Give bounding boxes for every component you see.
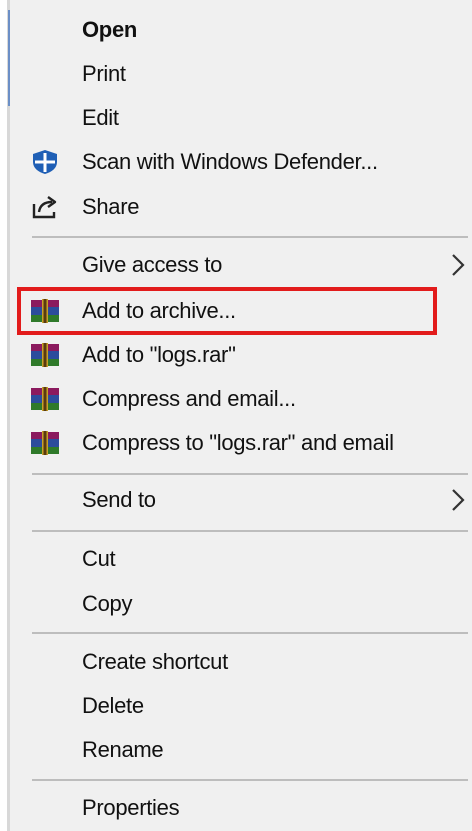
menu-item-send-to[interactable]: Send to	[10, 478, 472, 522]
menu-item-label: Print	[82, 61, 126, 86]
menu-item-label: Copy	[82, 591, 133, 616]
menu-item-label: Give access to	[82, 252, 223, 277]
share-icon	[30, 194, 60, 220]
menu-item-properties[interactable]: Properties	[10, 786, 472, 830]
menu-item-label: Properties	[82, 795, 180, 820]
menu-separator	[32, 530, 468, 532]
menu-item-open[interactable]: Open	[10, 8, 472, 52]
menu-item-compress-to-logs-rar-email[interactable]: Compress to "logs.rar" and email	[10, 421, 472, 465]
winrar-archive-icon	[30, 430, 60, 456]
menu-item-label: Rename	[82, 737, 164, 762]
menu-item-label: Share	[82, 194, 140, 219]
menu-separator	[32, 632, 468, 634]
menu-item-label: Send to	[82, 487, 156, 512]
menu-item-label: Edit	[82, 105, 119, 130]
menu-item-share[interactable]: Share	[10, 185, 472, 229]
menu-item-label: Compress and email...	[82, 386, 296, 411]
menu-item-add-to-logs-rar[interactable]: Add to "logs.rar"	[10, 333, 472, 377]
menu-separator	[32, 473, 468, 475]
menu-item-label: Scan with Windows Defender...	[82, 149, 378, 174]
windows-defender-shield-icon	[30, 149, 60, 175]
menu-item-create-shortcut[interactable]: Create shortcut	[10, 640, 472, 684]
menu-item-label: Cut	[82, 546, 116, 571]
menu-separator	[32, 236, 468, 238]
menu-item-give-access[interactable]: Give access to	[10, 243, 472, 287]
menu-separator	[32, 779, 468, 781]
menu-item-edit[interactable]: Edit	[10, 96, 472, 140]
chevron-right-icon	[450, 488, 466, 512]
menu-item-label: Compress to "logs.rar" and email	[82, 430, 394, 455]
menu-item-label: Open	[82, 17, 138, 42]
winrar-archive-icon	[30, 386, 60, 412]
winrar-archive-icon	[30, 298, 60, 324]
menu-item-rename[interactable]: Rename	[10, 728, 472, 772]
menu-item-label: Add to archive...	[82, 298, 236, 323]
menu-item-cut[interactable]: Cut	[10, 537, 472, 581]
context-menu: Open Print Edit Scan with Windows Defend…	[0, 0, 472, 831]
menu-item-label: Create shortcut	[82, 649, 228, 674]
window-edge	[0, 0, 10, 831]
menu-item-delete[interactable]: Delete	[10, 684, 472, 728]
menu-item-add-to-archive[interactable]: Add to archive...	[10, 289, 472, 333]
menu-item-copy[interactable]: Copy	[10, 582, 472, 626]
chevron-right-icon	[450, 253, 466, 277]
menu-item-label: Add to "logs.rar"	[82, 342, 236, 367]
winrar-archive-icon	[30, 342, 60, 368]
menu-item-label: Delete	[82, 693, 144, 718]
menu-item-scan-defender[interactable]: Scan with Windows Defender...	[10, 140, 472, 184]
menu-item-compress-and-email[interactable]: Compress and email...	[10, 377, 472, 421]
menu-item-print[interactable]: Print	[10, 52, 472, 96]
